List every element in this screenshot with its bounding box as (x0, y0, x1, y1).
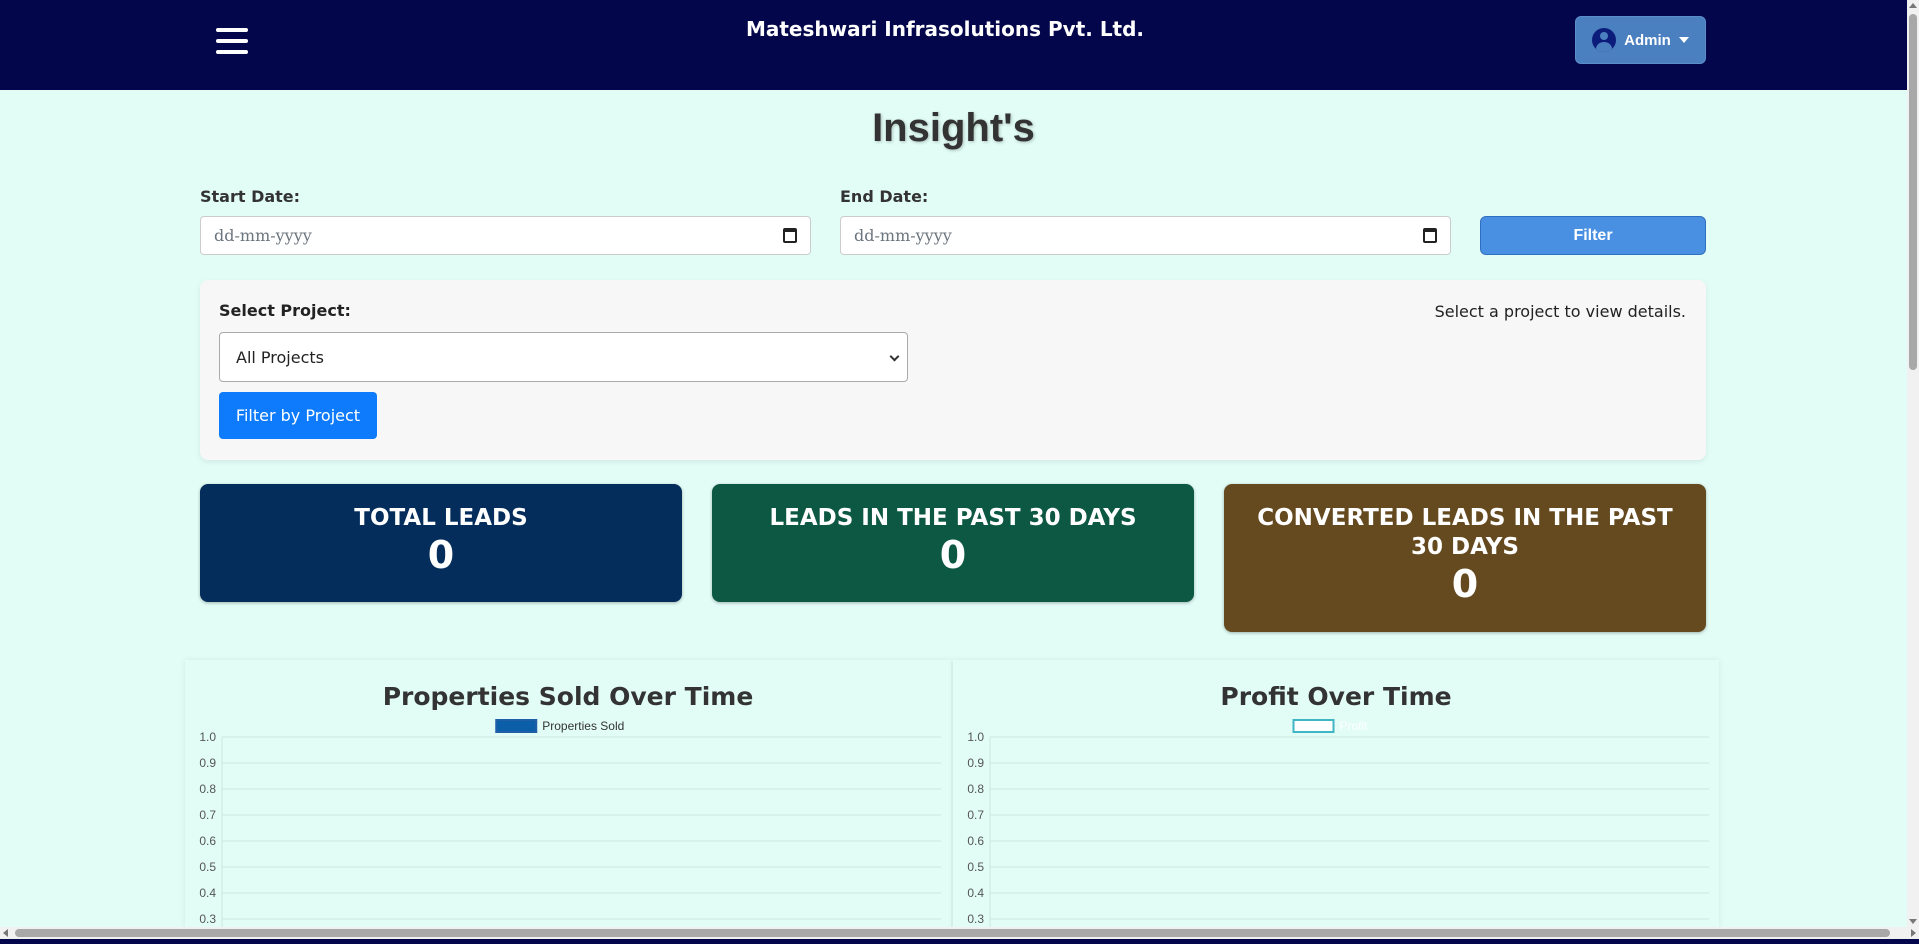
horizontal-scroll-thumb[interactable] (15, 929, 1890, 937)
horizontal-scrollbar[interactable] (0, 927, 1919, 939)
y-tick-label: 1.0 (199, 730, 216, 744)
y-tick-label: 0.6 (967, 834, 984, 848)
y-tick-label: 0.9 (199, 756, 216, 770)
admin-label: Admin (1624, 31, 1671, 49)
scroll-down-icon[interactable] (1909, 919, 1917, 924)
end-date-input[interactable]: dd-mm-yyyy (840, 216, 1451, 255)
page-title: Insight's (872, 106, 1035, 150)
stat-value: 0 (939, 533, 967, 577)
start-date-input[interactable]: dd-mm-yyyy (200, 216, 811, 255)
profit-chart: Profit Over Time Profit 1.0 0.9 0.8 0.7 0.6 0.5… (967, 682, 1709, 930)
end-date-label: End Date: (840, 187, 929, 206)
converted-leads-card: CONVERTED LEADS IN THE PAST 30 DAYS 0 (1224, 484, 1706, 632)
project-filter-panel: Select Project: All Projects Filter by P… (200, 280, 1706, 460)
select-project-label: Select Project: (219, 301, 351, 320)
profit-chart-card: Profit Over Time Profit 1.0 0.9 0.8 0.7 0.6 0.5… (953, 660, 1719, 930)
y-tick-label: 0.9 (967, 756, 984, 770)
y-tick-label: 0.5 (199, 860, 216, 874)
y-tick-label: 0.4 (967, 886, 984, 900)
y-tick-label: 0.8 (967, 782, 984, 796)
user-circle-icon (1592, 28, 1617, 52)
stat-label: LEADS IN THE PAST 30 DAYS (769, 505, 1137, 531)
vertical-scroll-thumb[interactable] (1909, 14, 1917, 370)
legend-swatch (495, 719, 538, 733)
y-tick-label: 0.7 (199, 808, 216, 822)
scroll-up-icon[interactable] (1909, 3, 1917, 8)
y-tick-label: 0.6 (199, 834, 216, 848)
top-navbar: Mateshwari Infrasolutions Pvt. Ltd. Admi… (0, 0, 1907, 90)
project-select-value: All Projects (236, 347, 324, 367)
filter-by-project-button[interactable]: Filter by Project (219, 392, 377, 439)
stat-label: CONVERTED LEADS IN THE PAST 30 DAYS (1257, 505, 1673, 560)
properties-sold-chart: Properties Sold Over Time Properties Sold… (199, 682, 941, 930)
calendar-icon[interactable] (783, 228, 797, 243)
chevron-down-icon (889, 351, 900, 362)
filter-button[interactable]: Filter (1480, 216, 1706, 255)
properties-sold-chart-card: Properties Sold Over Time Properties Sold… (185, 660, 951, 930)
caret-down-icon (1678, 37, 1689, 43)
legend-swatch (1292, 719, 1335, 733)
end-date-placeholder: dd-mm-yyyy (854, 226, 952, 245)
y-tick-label: 0.3 (967, 912, 984, 926)
legend-label: Properties Sold (542, 719, 624, 733)
start-date-label: Start Date: (200, 187, 301, 206)
start-date-placeholder: dd-mm-yyyy (214, 226, 312, 245)
legend-label: Profit (1340, 719, 1369, 733)
admin-dropdown-button[interactable]: Admin (1575, 16, 1706, 64)
chart-title: Profit Over Time (1220, 682, 1451, 711)
y-tick-label: 0.7 (967, 808, 984, 822)
stat-label: TOTAL LEADS (354, 505, 528, 531)
footer-strip (0, 939, 1919, 944)
project-hint-text: Select a project to view details. (1434, 302, 1686, 321)
scroll-left-icon[interactable] (3, 929, 8, 937)
stat-value: 0 (1451, 562, 1479, 606)
recent-leads-card: LEADS IN THE PAST 30 DAYS 0 (712, 484, 1194, 602)
y-tick-label: 0.5 (967, 860, 984, 874)
scroll-right-icon[interactable] (1911, 929, 1916, 937)
calendar-icon[interactable] (1423, 228, 1437, 243)
y-tick-label: 0.3 (199, 912, 216, 926)
y-tick-label: 0.8 (199, 782, 216, 796)
total-leads-card: TOTAL LEADS 0 (200, 484, 682, 602)
stat-value: 0 (427, 533, 455, 577)
y-tick-label: 1.0 (967, 730, 984, 744)
vertical-scrollbar[interactable] (1907, 0, 1919, 927)
chart-title: Properties Sold Over Time (383, 682, 754, 711)
y-tick-label: 0.4 (199, 886, 216, 900)
project-select[interactable]: All Projects (219, 332, 908, 382)
